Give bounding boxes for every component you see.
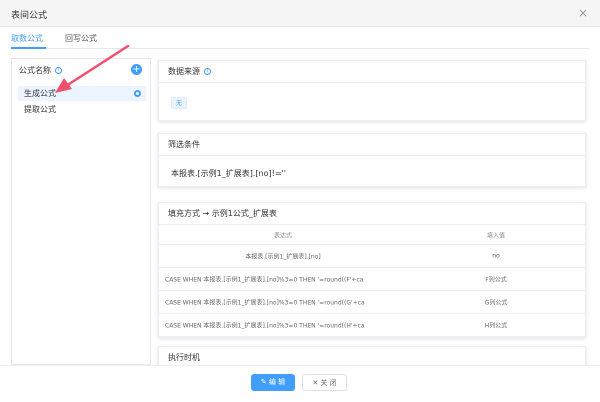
close-button[interactable]: ✕ 关 闭	[302, 374, 347, 391]
edit-button[interactable]: ✎ 编 辑	[251, 374, 295, 391]
add-formula-button[interactable]: +	[131, 64, 142, 75]
fill-method-header: 填充方式 → 示例1公式_扩展表	[159, 203, 585, 225]
formula-list-panel: 公式名称 i + 生成公式 提取公式	[11, 58, 151, 365]
value-cell: H列公式	[484, 322, 508, 330]
table-row[interactable]: CASE WHEN 本报表.[示例1_扩展表].[no]%3=0 THEN '=…	[159, 291, 585, 314]
formula-list-header: 公式名称 i	[19, 65, 62, 76]
value-cell: F列公式	[485, 276, 507, 284]
filter-card: 筛选条件 本报表.[示例1_扩展表].[no]!=''	[158, 133, 586, 187]
formula-item-label: 提取公式	[24, 105, 56, 114]
tab-writeback-formula[interactable]: 回写公式	[65, 33, 97, 44]
table-row[interactable]: CASE WHEN 本报表.[示例1_扩展表].[no]%3=0 THEN '=…	[159, 268, 585, 291]
formula-list-title: 公式名称	[19, 66, 51, 75]
column-header-expression: 表达式	[273, 232, 292, 239]
expression-cell: CASE WHEN 本报表.[示例1_扩展表].[no]%3=0 THEN '=…	[165, 299, 365, 307]
tab-fetch-formula[interactable]: 取数公式	[11, 33, 43, 44]
expression-cell: CASE WHEN 本报表.[示例1_扩展表].[no]%3=0 THEN '=…	[165, 322, 365, 330]
filter-condition: 本报表.[示例1_扩展表].[no]!=''	[171, 169, 286, 178]
table-header-row: 表达式 填入值	[159, 225, 585, 245]
info-icon[interactable]: i	[204, 68, 211, 75]
expression-cell: 本报表.[示例1_扩展表].[no]	[245, 253, 321, 261]
dialog-titlebar: 表间公式 ×	[0, 0, 600, 27]
column-header-value: 填入值	[486, 232, 505, 239]
active-tab-indicator	[11, 47, 46, 49]
data-source-header: 数据来源 i	[159, 61, 585, 83]
formula-item-generate[interactable]: 生成公式	[18, 86, 146, 101]
data-source-title: 数据来源	[168, 67, 200, 76]
formula-item-label: 生成公式	[24, 89, 56, 98]
fill-method-card: 填充方式 → 示例1公式_扩展表 表达式 填入值 本报表.[示例1_扩展表].[…	[158, 202, 586, 338]
data-source-tag: 无	[171, 97, 188, 109]
formula-item-extract[interactable]: 提取公式	[18, 102, 146, 117]
tab-bar: 取数公式 回写公式	[11, 27, 589, 49]
expression-cell: CASE WHEN 本报表.[示例1_扩展表].[no]%3=0 THEN '=…	[165, 276, 364, 284]
close-icon[interactable]: ×	[578, 6, 588, 20]
data-source-card: 数据来源 i 无	[158, 60, 586, 121]
fill-table: 表达式 填入值 本报表.[示例1_扩展表].[no] no CASE WHEN …	[159, 225, 585, 337]
settings-icon[interactable]	[134, 90, 141, 97]
dialog-footer: ✎ 编 辑 ✕ 关 闭	[0, 365, 600, 402]
dialog-title: 表间公式	[11, 11, 48, 21]
table-row[interactable]: 本报表.[示例1_扩展表].[no] no	[159, 245, 585, 268]
value-cell: G列公式	[484, 299, 508, 307]
value-cell: no	[492, 252, 500, 260]
filter-header: 筛选条件	[159, 134, 585, 156]
info-icon[interactable]: i	[55, 67, 62, 74]
table-row[interactable]: CASE WHEN 本报表.[示例1_扩展表].[no]%3=0 THEN '=…	[159, 314, 585, 337]
